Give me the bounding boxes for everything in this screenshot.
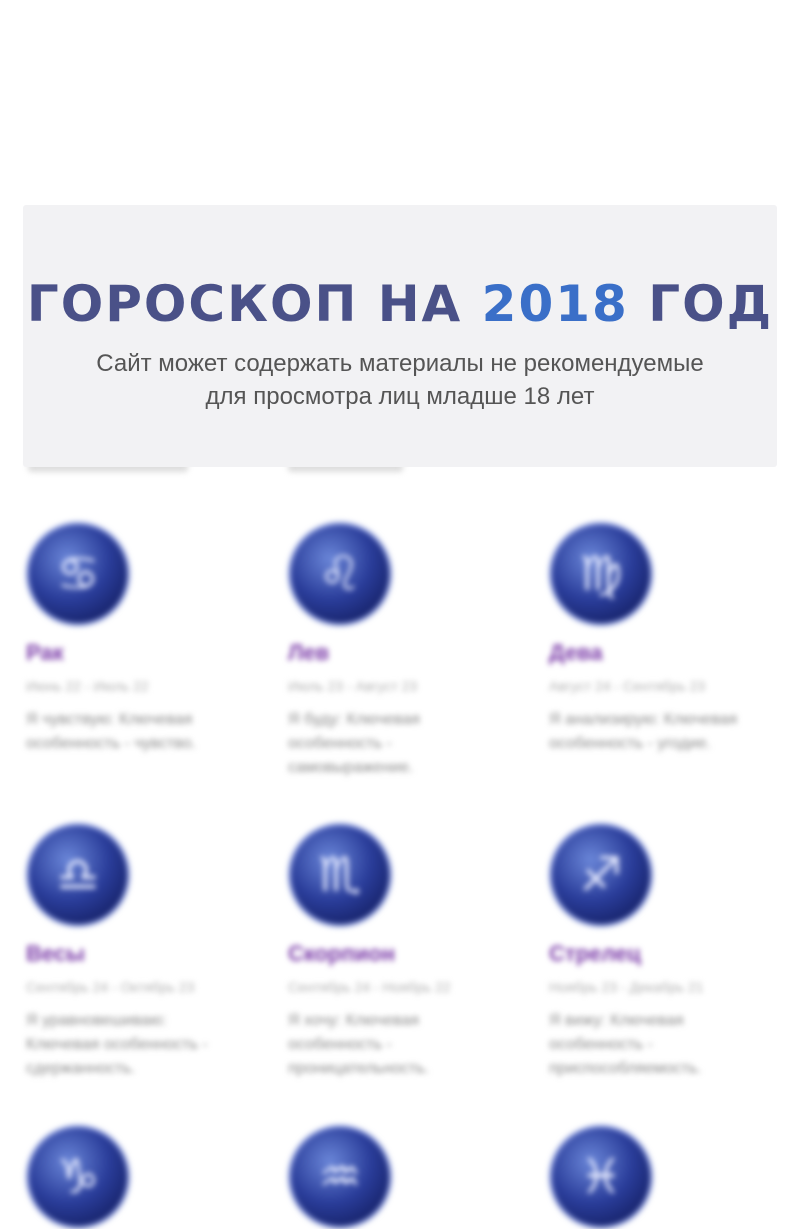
sign-card-scorpio[interactable]: ♏ Скорпион Сентябрь 24 - Ноябрь 22 Я хоч… [288,823,528,1081]
aquarius-icon[interactable]: ♒ [288,1125,392,1229]
sign-card-virgo[interactable]: ♍ Дева Август 24 - Сентябрь 23 Я анализи… [549,522,789,756]
page-title: ГОРОСКОП НА 2018 ГОД [23,275,777,333]
sign-dates: Июль 23 - Август 23 [288,678,418,694]
sign-card-pisces[interactable]: ♓ [549,1125,789,1229]
sign-dates: Июнь 22 - Июль 22 [26,678,149,694]
sign-description: Я анализирую: Ключевая особенность - уго… [549,711,738,752]
blurred-background: ♋ Рак Июнь 22 - Июль 22 Я чувствую: Ключ… [0,0,800,1229]
sign-card-capricorn[interactable]: ♑ [26,1125,266,1229]
sign-dates: Сентябрь 24 - Октябрь 23 [26,979,195,995]
sign-name[interactable]: Весы [26,941,266,967]
sign-name[interactable]: Скорпион [288,941,528,967]
sign-description: Я буду: Ключевая особенность - самовыраж… [288,711,420,776]
sagittarius-icon[interactable]: ♐ [549,823,653,927]
sign-description: Я чувствую: Ключевая особенность - чувст… [26,711,196,752]
age-warning-text: Сайт может содержать материалы не рекоме… [96,350,704,410]
sign-dates: Сентябрь 24 - Ноябрь 22 [288,979,451,995]
cancer-icon[interactable]: ♋ [26,522,130,626]
pisces-icon[interactable]: ♓ [549,1125,653,1229]
sign-description: Я уравновешиваю: Ключевая особенность - … [26,1012,208,1077]
sign-description: Я хочу: Ключевая особенность - проницате… [288,1012,429,1077]
title-suffix: ГОД [628,275,774,333]
sign-card-aquarius[interactable]: ♒ [288,1125,528,1229]
title-year: 2018 [481,275,629,333]
sign-card-sagittarius[interactable]: ♐ Стрелец Ноябрь 23 - Декабрь 21 Я вижу:… [549,823,789,1081]
capricorn-icon[interactable]: ♑ [26,1125,130,1229]
libra-icon[interactable]: ♎ [26,823,130,927]
sign-description: Я вижу: Ключевая особенность - приспособ… [549,1012,702,1077]
scorpio-icon[interactable]: ♏ [288,823,392,927]
sign-name[interactable]: Дева [549,640,789,666]
age-warning-banner: ГОРОСКОП НА 2018 ГОД Сайт может содержат… [23,205,777,467]
sign-name[interactable]: Рак [26,640,266,666]
sign-dates: Август 24 - Сентябрь 23 [549,678,706,694]
title-prefix: ГОРОСКОП НА [26,275,482,333]
leo-icon[interactable]: ♌ [288,522,392,626]
virgo-icon[interactable]: ♍ [549,522,653,626]
sign-card-cancer[interactable]: ♋ Рак Июнь 22 - Июль 22 Я чувствую: Ключ… [26,522,266,756]
sign-card-libra[interactable]: ♎ Весы Сентябрь 24 - Октябрь 23 Я уравно… [26,823,266,1081]
sign-name[interactable]: Лев [288,640,528,666]
sign-name[interactable]: Стрелец [549,941,789,967]
sign-card-leo[interactable]: ♌ Лев Июль 23 - Август 23 Я буду: Ключев… [288,522,528,780]
sign-dates: Ноябрь 23 - Декабрь 21 [549,979,704,995]
